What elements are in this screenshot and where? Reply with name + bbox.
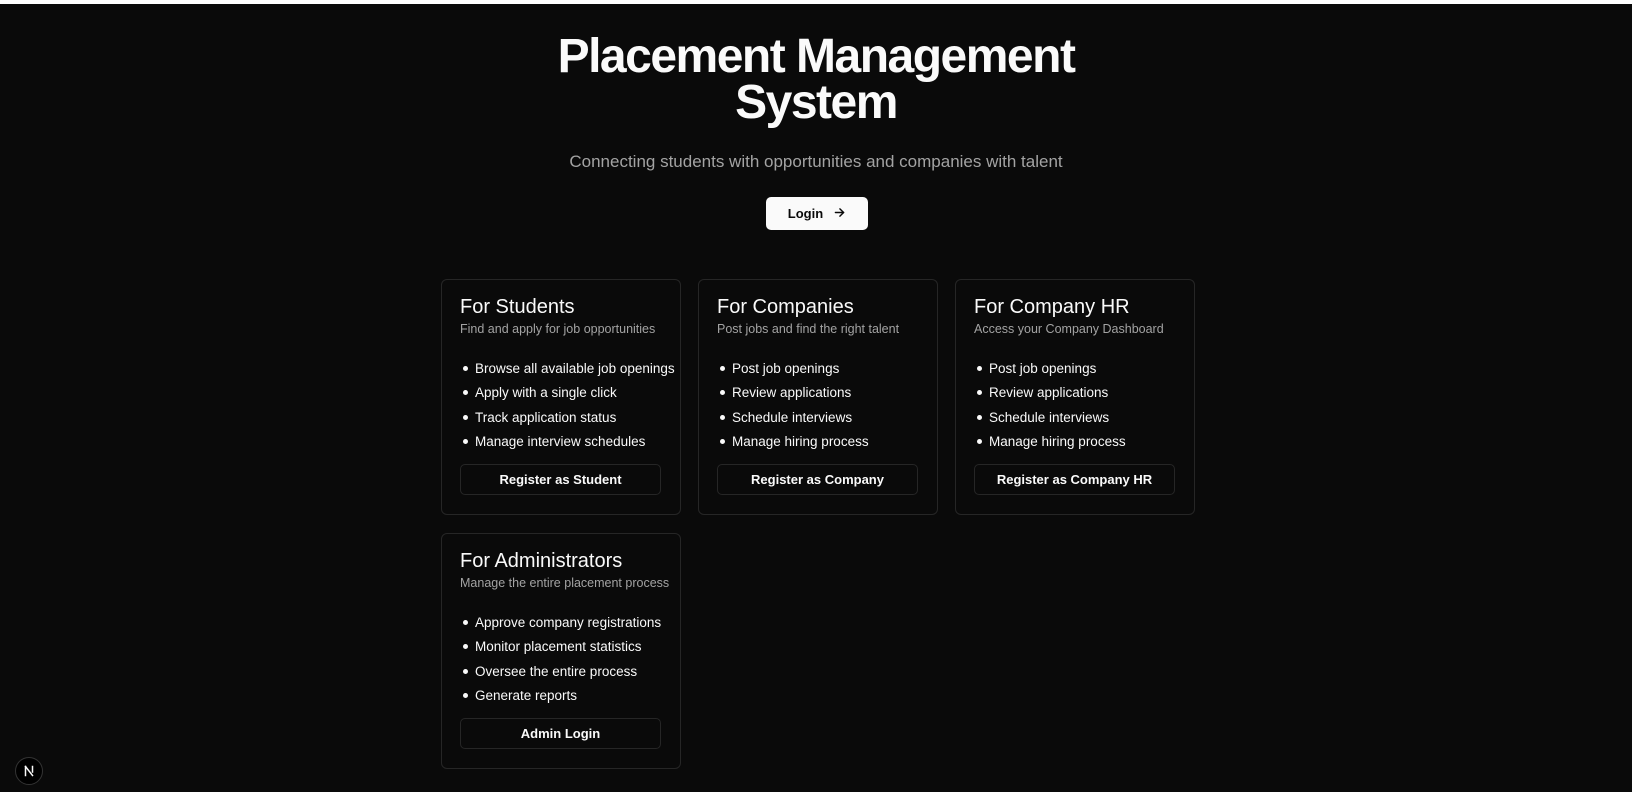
list-item-text: Approve company registrations [475,614,662,630]
landing-page: Placement Management System Connecting s… [0,4,1632,792]
page-title-line-2: System [735,76,898,129]
list-item-text: Post job openings [732,360,840,376]
feature-list: Post job openings Review applications Sc… [974,356,1126,454]
bullet-icon [463,439,468,445]
list-item: Schedule interviews [717,405,869,430]
card-company-hr: For Company HR Access your Company Dashb… [955,279,1195,515]
feature-list: Post job openings Review applications Sc… [717,356,869,454]
list-item-text: Manage hiring process [989,434,1126,450]
list-item: Approve company registrations [460,610,661,635]
list-item: Post job openings [717,356,869,381]
bullet-icon [720,365,725,371]
card-description: Post jobs and find the right talent [717,322,900,336]
list-item-text: Track application status [475,409,617,425]
register-company-button[interactable]: Register as Company [717,464,918,495]
page-subtitle: Connecting students with opportunities a… [569,152,1063,171]
login-button[interactable]: Login [766,197,868,230]
card-description: Find and apply for job opportunities [460,322,656,336]
page-title-line-1: Placement Management [557,30,1076,83]
list-item: Generate reports [460,684,661,709]
list-item-text: Apply with a single click [475,385,617,401]
list-item-text: Oversee the entire process [475,663,638,679]
list-item-text: Review applications [989,385,1109,401]
bullet-icon [463,365,468,371]
card-students: For Students Find and apply for job oppo… [441,279,681,515]
list-item-text: Monitor placement statistics [475,639,642,655]
bullet-icon [463,693,468,699]
bullet-icon [463,390,468,396]
list-item-text: Review applications [732,385,852,401]
bullet-icon [463,668,468,674]
list-item-text: Manage hiring process [732,434,869,450]
feature-list: Browse all available job openings Apply … [460,356,675,454]
register-student-button[interactable]: Register as Student [460,464,661,495]
admin-login-button[interactable]: Admin Login [460,718,661,749]
bullet-icon [720,390,725,396]
page-title: Placement Management System [0,30,1632,129]
card-companies: For Companies Post jobs and find the rig… [698,279,938,515]
list-item: Browse all available job openings [460,356,675,381]
arrow-right-icon [833,206,846,221]
card-description: Manage the entire placement process [460,576,670,590]
list-item: Manage interview schedules [460,430,675,455]
list-item-text: Manage interview schedules [475,434,646,450]
list-item: Review applications [974,381,1126,406]
card-description: Access your Company Dashboard [974,322,1164,336]
list-item-text: Browse all available job openings [475,360,675,376]
list-item-text: Generate reports [475,688,578,704]
bullet-icon [720,439,725,445]
login-button-label: Login [787,206,824,221]
list-item: Manage hiring process [717,430,869,455]
card-title: For Companies [717,296,854,318]
list-item: Post job openings [974,356,1126,381]
list-item: Review applications [717,381,869,406]
bullet-icon [977,414,982,420]
list-item: Apply with a single click [460,381,675,406]
bullet-icon [977,365,982,371]
list-item-text: Schedule interviews [732,409,853,425]
card-title: For Company HR [974,296,1130,318]
card-title: For Administrators [460,550,623,572]
list-item: Manage hiring process [974,430,1126,455]
bullet-icon [720,414,725,420]
list-item: Oversee the entire process [460,659,661,684]
feature-list: Approve company registrations Monitor pl… [460,610,661,708]
register-company-hr-button[interactable]: Register as Company HR [974,464,1175,495]
list-item-text: Schedule interviews [989,409,1110,425]
list-item-text: Post job openings [989,360,1097,376]
card-administrators: For Administrators Manage the entire pla… [441,533,681,769]
list-item: Track application status [460,405,675,430]
bullet-icon [977,390,982,396]
list-item: Schedule interviews [974,405,1126,430]
bullet-icon [463,619,468,625]
bullet-icon [463,644,468,650]
list-item: Monitor placement statistics [460,635,661,660]
card-title: For Students [460,296,575,318]
nextjs-logo-icon[interactable] [15,757,43,785]
bullet-icon [977,439,982,445]
bullet-icon [463,414,468,420]
